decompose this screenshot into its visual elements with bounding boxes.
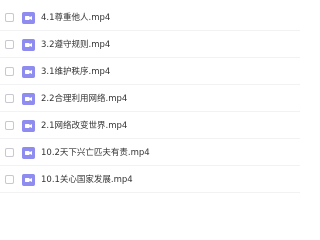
row-checkbox[interactable] [5, 121, 14, 130]
video-file-icon [22, 173, 35, 186]
file-list: 4.1尊重他人.mp4 3.2遵守规则.mp4 3.1维护秩序.mp4 2.2合… [0, 0, 300, 200]
file-name[interactable]: 3.1维护秩序.mp4 [41, 66, 110, 78]
video-file-icon [22, 146, 35, 159]
video-file-icon [22, 92, 35, 105]
file-row[interactable]: 4.1尊重他人.mp4 [0, 5, 300, 31]
file-name[interactable]: 4.1尊重他人.mp4 [41, 12, 110, 24]
file-row[interactable]: 2.2合理利用网络.mp4 [0, 86, 300, 112]
file-row[interactable]: 10.1关心国家发展.mp4 [0, 167, 300, 193]
row-checkbox[interactable] [5, 148, 14, 157]
row-checkbox[interactable] [5, 67, 14, 76]
video-file-icon [22, 38, 35, 51]
row-checkbox[interactable] [5, 13, 14, 22]
file-name[interactable]: 2.1网络改变世界.mp4 [41, 120, 127, 132]
file-row[interactable]: 3.1维护秩序.mp4 [0, 59, 300, 85]
row-checkbox[interactable] [5, 94, 14, 103]
file-row[interactable]: 10.2天下兴亡匹夫有责.mp4 [0, 140, 300, 166]
video-file-icon [22, 119, 35, 132]
row-checkbox[interactable] [5, 175, 14, 184]
file-name[interactable]: 10.2天下兴亡匹夫有责.mp4 [41, 147, 150, 159]
video-file-icon [22, 65, 35, 78]
file-row[interactable]: 2.1网络改变世界.mp4 [0, 113, 300, 139]
row-checkbox[interactable] [5, 40, 14, 49]
file-name[interactable]: 2.2合理利用网络.mp4 [41, 93, 127, 105]
file-name[interactable]: 3.2遵守规则.mp4 [41, 39, 110, 51]
video-file-icon [22, 11, 35, 24]
file-row[interactable]: 3.2遵守规则.mp4 [0, 32, 300, 58]
file-name[interactable]: 10.1关心国家发展.mp4 [41, 174, 133, 186]
